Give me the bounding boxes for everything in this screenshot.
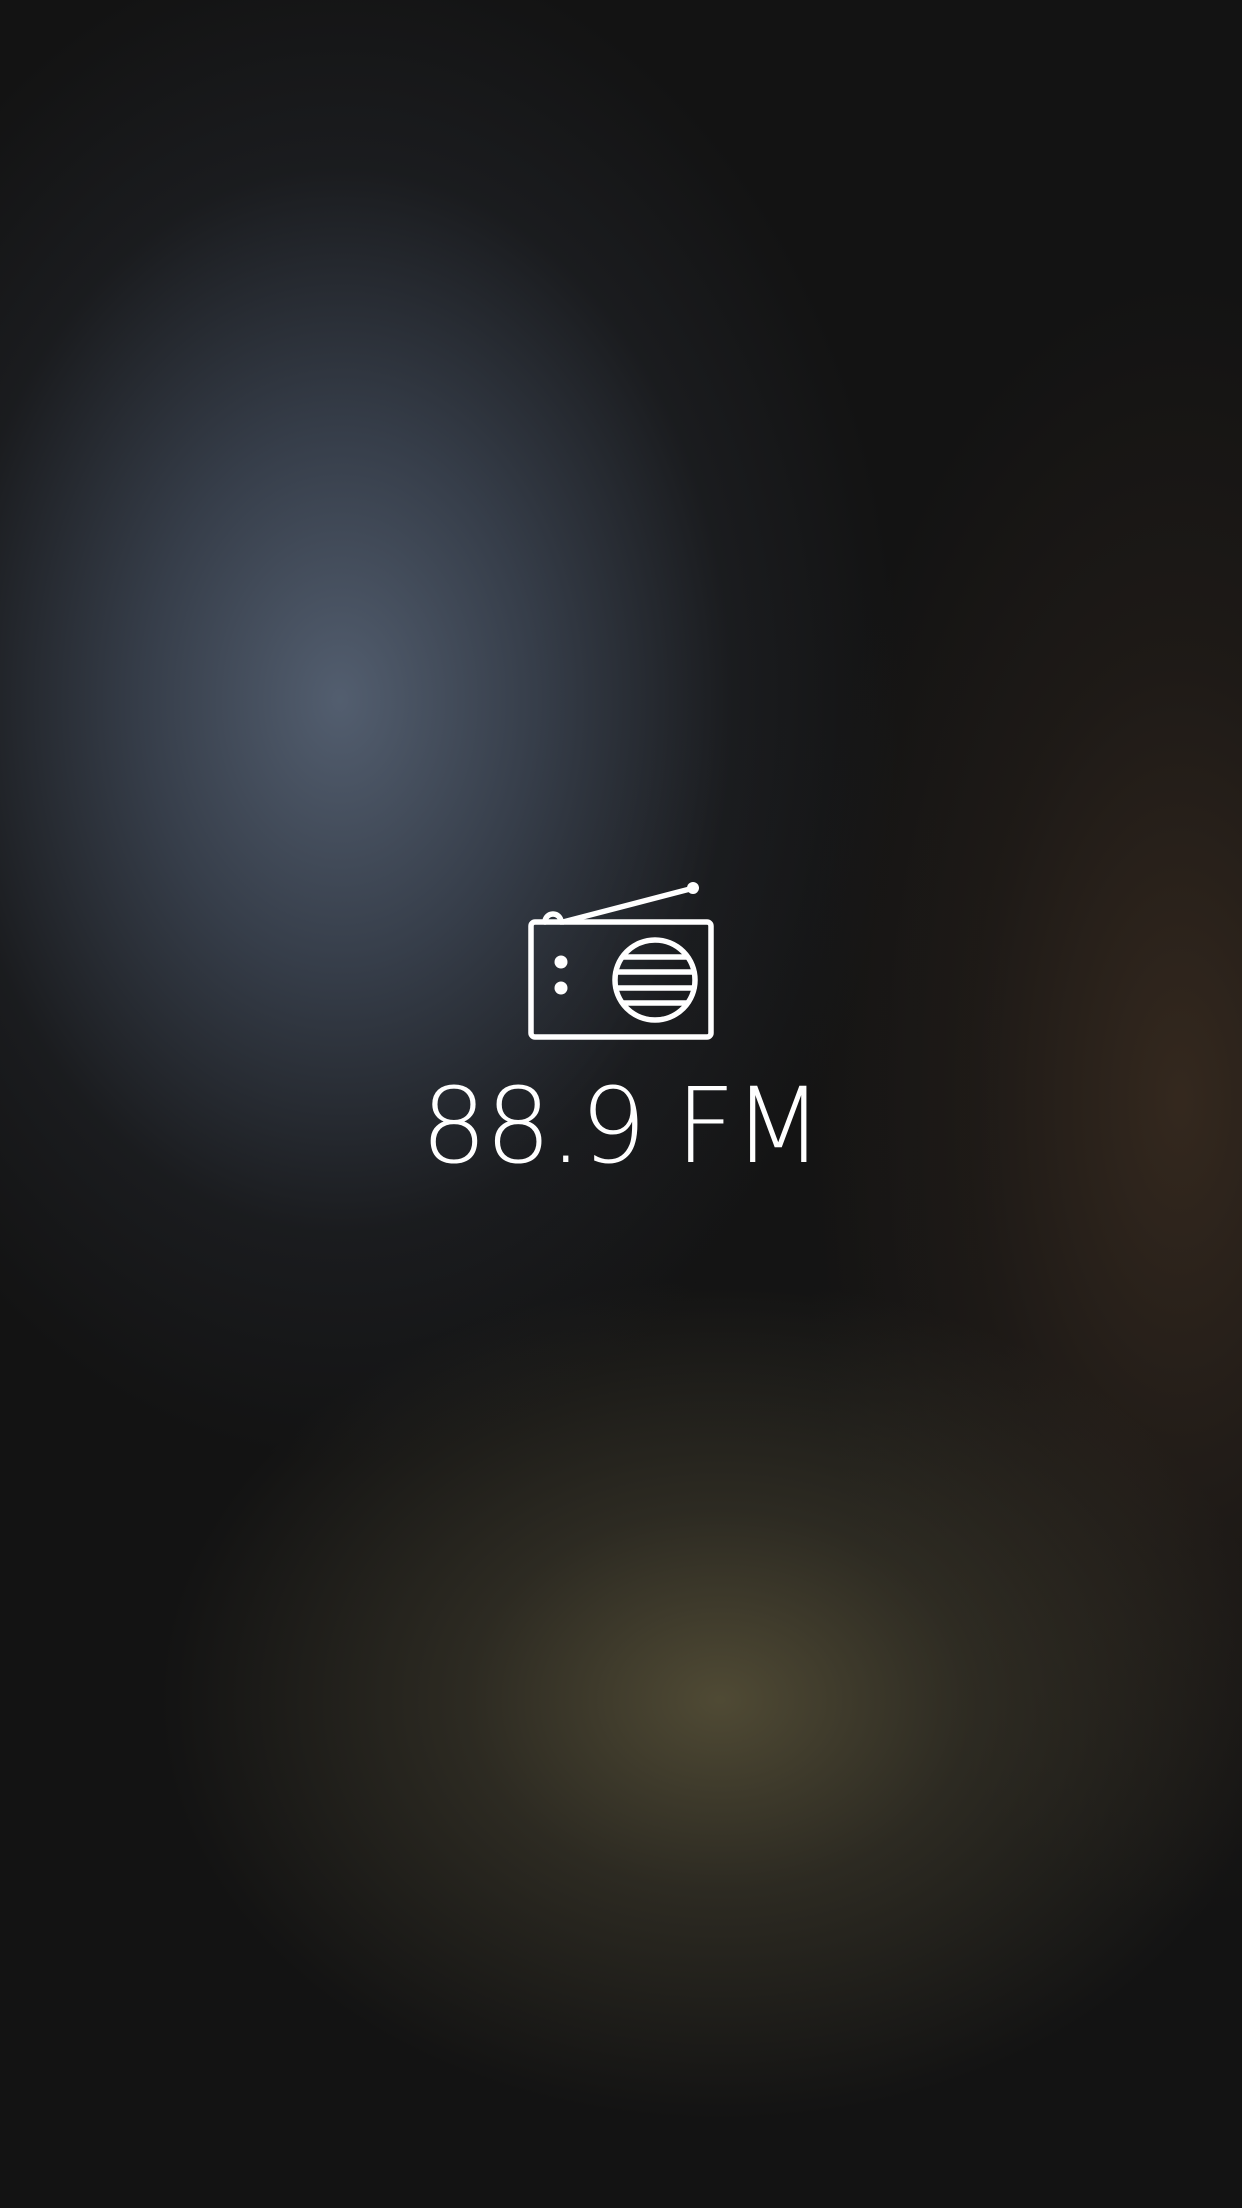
station-frequency: 88.9 FM <box>420 1065 823 1187</box>
radio-now-playing-screen: 88.9 FM <box>0 0 1242 2208</box>
radio-icon <box>528 882 714 1040</box>
station-display: 88.9 FM <box>0 880 1242 1186</box>
